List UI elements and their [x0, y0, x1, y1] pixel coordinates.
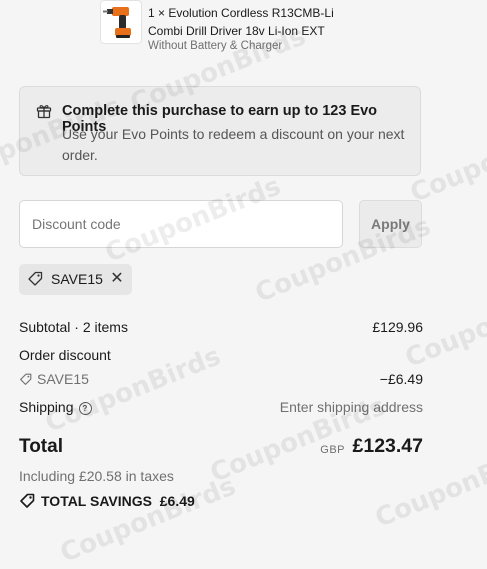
product-name: 1 × Evolution Cordless R13CMB-Li Combi D…	[148, 6, 334, 38]
discount-code-text: SAVE15	[37, 371, 89, 387]
shipping-row: Shipping?	[19, 399, 92, 415]
subtotal-value: £129.96	[372, 319, 423, 335]
evo-points-banner: Complete this purchase to earn up to 123…	[19, 86, 421, 176]
tag-icon	[20, 373, 32, 385]
apply-button[interactable]: Apply	[359, 200, 422, 248]
product-variant: Without Battery & Charger	[148, 40, 283, 52]
currency-code: GBP	[320, 444, 345, 456]
drill-image-icon	[103, 7, 131, 38]
total-value: £123.47	[352, 435, 424, 457]
product-thumbnail	[100, 0, 142, 44]
subtotal-label: Subtotal · 2 items	[19, 319, 128, 335]
order-discount-label: Order discount	[19, 347, 111, 363]
points-body: Use your Evo Points to redeem a discount…	[62, 126, 405, 163]
discount-code-input[interactable]	[19, 200, 343, 248]
applied-code-label: SAVE15	[51, 271, 103, 287]
watermark: CouponBirds	[56, 471, 240, 569]
shipping-value: Enter shipping address	[279, 399, 423, 415]
product-line-item: 1 × Evolution Cordless R13CMB-Li Combi D…	[100, 0, 480, 60]
total-savings: TOTAL SAVINGS £6.49	[19, 493, 195, 509]
help-icon[interactable]: ?	[78, 402, 92, 415]
remove-code-close-icon[interactable]: ✕	[108, 270, 126, 288]
gift-icon	[36, 105, 52, 119]
order-discount-code: SAVE15	[19, 371, 89, 387]
applied-discount-tag: SAVE15 ✕	[19, 264, 132, 295]
tag-icon	[28, 271, 43, 286]
taxes-note: Including £20.58 in taxes	[19, 468, 174, 484]
tag-icon	[20, 493, 35, 508]
shipping-label: Shipping	[19, 399, 74, 415]
savings-value: £6.49	[159, 493, 195, 509]
savings-label: TOTAL SAVINGS	[41, 493, 152, 509]
total-label: Total	[19, 436, 63, 457]
discount-value: −£6.49	[379, 371, 423, 387]
